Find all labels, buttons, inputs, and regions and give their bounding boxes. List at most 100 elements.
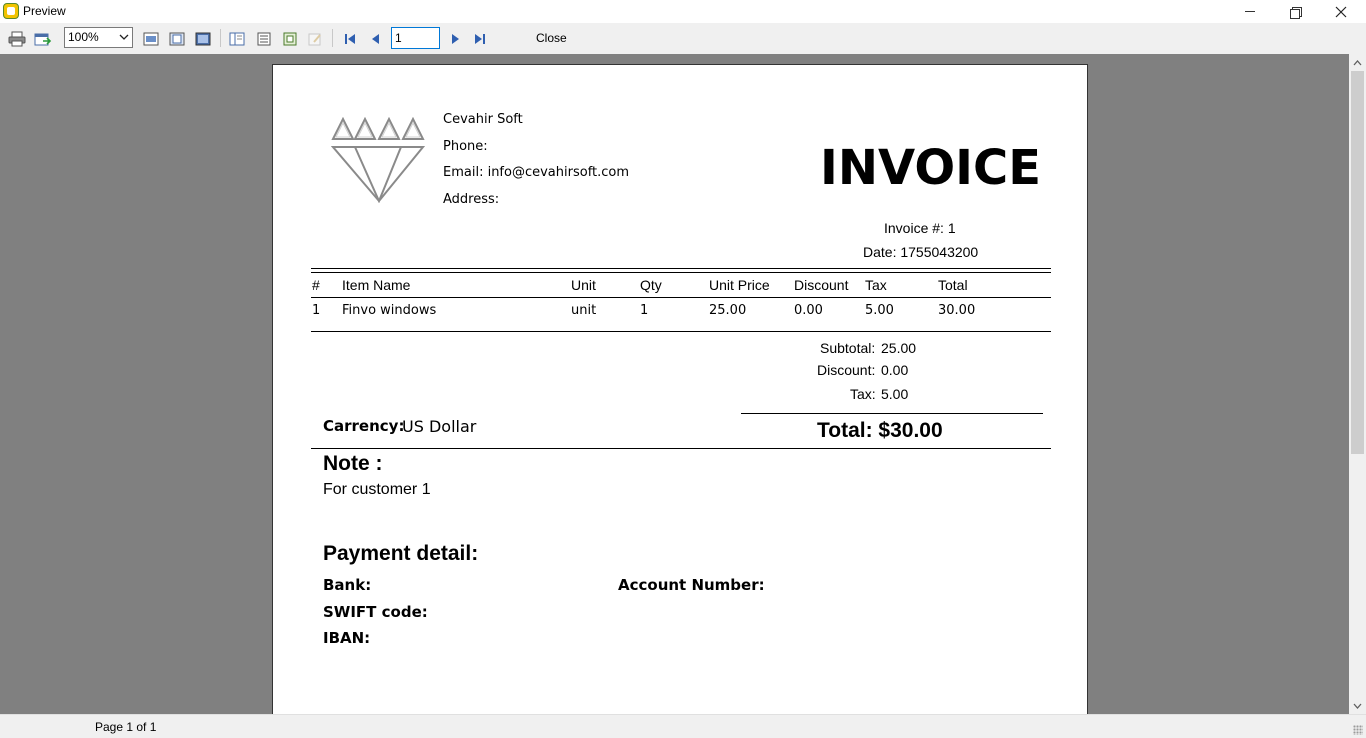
last-page-icon	[475, 33, 485, 44]
company-address: Address:	[443, 192, 500, 207]
currency-value: US Dollar	[402, 417, 477, 436]
company-email: Email: info@cevahirsoft.com	[443, 165, 630, 180]
previous-page-button[interactable]	[367, 30, 385, 47]
page-setup-button[interactable]	[281, 30, 299, 47]
outline-icon	[229, 32, 245, 45]
chevron-down-icon	[1353, 703, 1362, 709]
close-button[interactable]: Close	[528, 30, 575, 46]
subtotal-label: Subtotal:	[820, 340, 876, 356]
full-page-icon	[195, 32, 211, 45]
export-icon	[34, 33, 52, 45]
restore-icon	[1290, 6, 1302, 19]
cell-discount: 0.00	[794, 303, 823, 318]
chevron-down-icon	[119, 34, 129, 40]
print-button[interactable]	[8, 30, 26, 47]
scroll-down-button[interactable]	[1349, 697, 1366, 714]
col-header-tax: Tax	[865, 277, 887, 293]
iban-label: IBAN:	[323, 629, 371, 647]
cell-qty: 1	[640, 303, 649, 318]
bank-label: Bank:	[323, 576, 372, 594]
invoice-number: Invoice #: 1	[884, 220, 956, 236]
scroll-thumb[interactable]	[1351, 71, 1364, 454]
company-phone: Phone:	[443, 139, 488, 154]
table-top-rule-2	[311, 272, 1051, 273]
one-page-button[interactable]	[168, 30, 186, 47]
col-header-discount: Discount	[794, 277, 849, 293]
company-name: Cevahir Soft	[443, 112, 523, 127]
invoice-date: Date: 1755043200	[863, 244, 979, 260]
invoice-title: INVOICE	[820, 140, 1042, 196]
col-header-number: #	[312, 277, 320, 293]
currency-label: Carrency:	[323, 417, 405, 435]
note-text: For customer 1	[323, 481, 431, 498]
cell-tax: 5.00	[865, 303, 894, 318]
col-header-unit-price: Unit Price	[709, 277, 770, 293]
scroll-up-button[interactable]	[1349, 54, 1366, 71]
cell-total: 30.00	[938, 303, 976, 318]
tax-label: Tax:	[850, 386, 876, 402]
title-bar: Preview	[0, 0, 1366, 23]
edit-icon	[308, 33, 321, 45]
next-page-icon	[452, 33, 459, 44]
export-button[interactable]	[34, 30, 52, 47]
page-setup-icon	[283, 32, 297, 45]
previous-page-icon	[372, 33, 379, 44]
close-icon	[1335, 6, 1347, 17]
thumbnails-icon	[257, 32, 271, 45]
zoom-select[interactable]: 100%	[64, 27, 133, 48]
page-number-value: 1	[395, 31, 402, 45]
resize-grip-icon[interactable]	[1353, 725, 1363, 735]
tax-value: 5.00	[881, 386, 909, 402]
last-page-button[interactable]	[471, 30, 489, 47]
chevron-up-icon	[1353, 59, 1362, 65]
subtotal-value: 25.00	[881, 340, 917, 356]
one-page-icon	[169, 32, 185, 45]
status-bar: Page 1 of 1	[0, 714, 1366, 738]
discount-label: Discount:	[817, 362, 876, 378]
summary-rule	[741, 413, 1043, 414]
close-button-label: Close	[536, 31, 567, 45]
note-title: Note :	[323, 452, 383, 475]
cell-item-name: Finvo windows	[342, 303, 437, 318]
table-header-rule	[311, 297, 1051, 298]
col-header-qty: Qty	[640, 277, 662, 293]
full-page-button[interactable]	[194, 30, 212, 47]
page-width-icon	[143, 32, 159, 45]
first-page-button[interactable]	[341, 30, 359, 47]
toolbar: 100% 1 Close	[0, 23, 1366, 54]
discount-value: 0.00	[881, 362, 909, 378]
outline-button[interactable]	[228, 30, 246, 47]
invoice-page: Cevahir Soft Phone: Email: info@cevahirs…	[272, 64, 1088, 714]
preview-area[interactable]: Cevahir Soft Phone: Email: info@cevahirs…	[0, 54, 1349, 714]
page-status: Page 1 of 1	[95, 720, 157, 734]
diamond-logo-icon	[331, 117, 426, 203]
vertical-scrollbar[interactable]	[1349, 54, 1366, 714]
table-top-rule	[311, 268, 1051, 269]
edit-button[interactable]	[306, 30, 324, 47]
total-amount: Total: $30.00	[817, 419, 943, 442]
table-bottom-rule	[311, 331, 1051, 332]
next-page-button[interactable]	[446, 30, 464, 47]
restore-button[interactable]	[1272, 0, 1318, 23]
cell-unit: unit	[571, 303, 597, 318]
app-icon	[3, 3, 19, 19]
first-page-icon	[345, 33, 355, 44]
cell-number: 1	[312, 303, 321, 318]
page-width-button[interactable]	[142, 30, 160, 47]
page-number-input[interactable]: 1	[391, 27, 440, 49]
currency-rule	[311, 448, 1051, 449]
col-header-item-name: Item Name	[342, 277, 411, 293]
window-title: Preview	[23, 4, 66, 18]
printer-icon	[8, 31, 26, 46]
zoom-value: 100%	[68, 30, 99, 44]
cell-unit-price: 25.00	[709, 303, 747, 318]
col-header-total: Total	[938, 277, 968, 293]
thumbnails-button[interactable]	[255, 30, 273, 47]
minimize-button[interactable]	[1227, 0, 1273, 23]
col-header-unit: Unit	[571, 277, 596, 293]
payment-detail-title: Payment detail:	[323, 542, 479, 565]
swift-code-label: SWIFT code:	[323, 603, 428, 621]
account-number-label: Account Number:	[618, 576, 765, 594]
minimize-icon	[1245, 11, 1255, 12]
close-window-button[interactable]	[1318, 0, 1364, 23]
